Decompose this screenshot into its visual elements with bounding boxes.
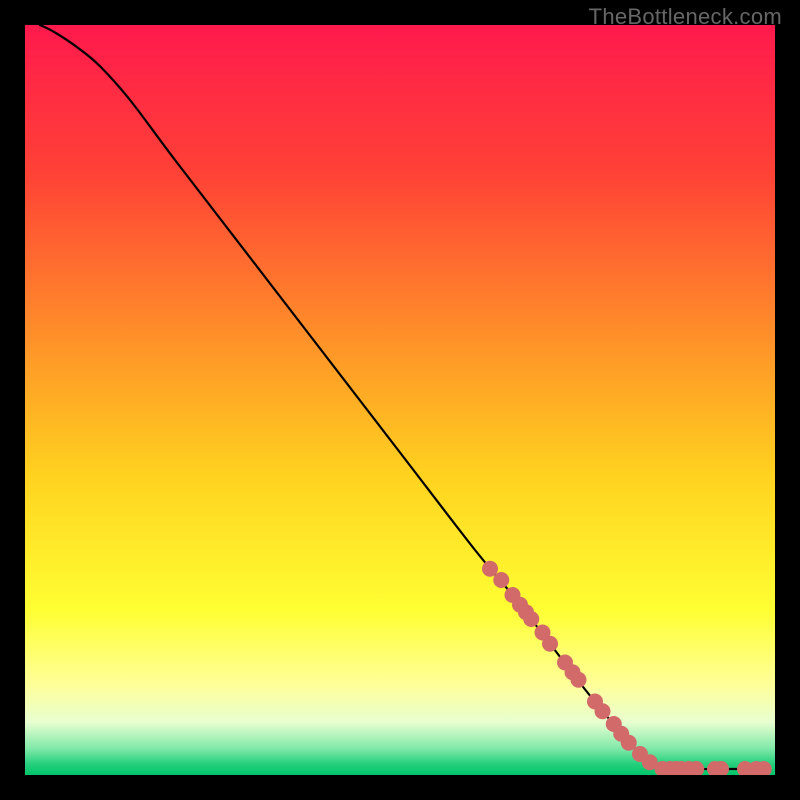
data-dot (493, 572, 509, 588)
chart-frame: TheBottleneck.com (0, 0, 800, 800)
data-dot (542, 636, 558, 652)
watermark-text: TheBottleneck.com (589, 4, 782, 30)
chart-svg (25, 25, 775, 775)
gradient-background (25, 25, 775, 775)
data-dot (523, 611, 539, 627)
data-dot (571, 672, 587, 688)
data-dot (595, 703, 611, 719)
plot-area (25, 25, 775, 775)
